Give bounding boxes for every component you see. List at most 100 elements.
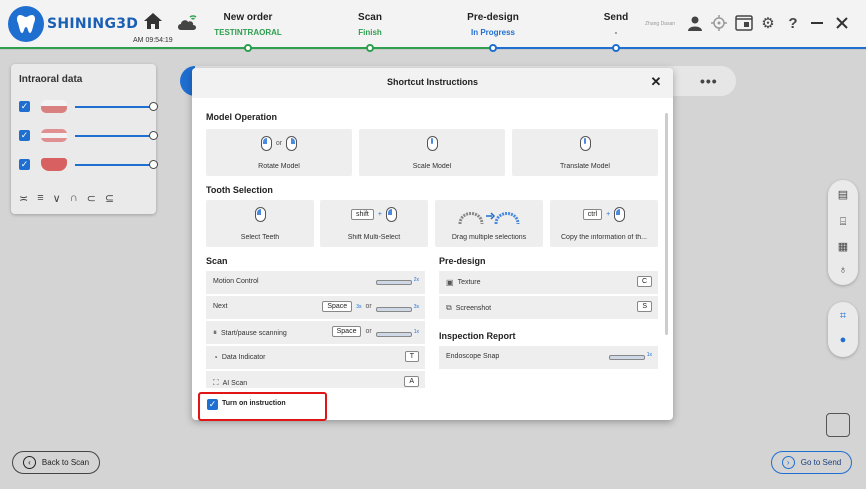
row-shortcut: 2x <box>375 276 419 285</box>
shortcut-instructions-dialog: Shortcut Instructions ✕ Model Operation … <box>192 68 673 420</box>
frame-icon[interactable] <box>826 413 850 437</box>
step-pre-design[interactable]: Pre-design In Progress <box>438 12 548 37</box>
opacity-slider-knob[interactable] <box>149 131 158 140</box>
target-icon[interactable] <box>710 14 728 32</box>
arrow-left-icon: ‹ <box>22 456 36 469</box>
row-ai-scan: ⛶ AI Scan A <box>206 371 425 388</box>
row-label: Endoscope Snap <box>446 353 500 360</box>
arch-view-icon[interactable]: ∩ <box>70 192 78 205</box>
or-text: or <box>275 140 283 147</box>
row-label: Data Indicator <box>221 354 266 361</box>
card-translate-model: Translate Model <box>512 129 658 176</box>
row-shortcut: T <box>404 351 419 362</box>
screenshot-icon: ⧉ <box>446 303 452 312</box>
go-to-send-button[interactable]: › Go to Send <box>771 451 852 474</box>
tooth-logo-icon <box>8 6 44 42</box>
section-inspection-report: Inspection Report <box>439 331 516 341</box>
opacity-slider-track[interactable] <box>75 106 153 108</box>
mouse-right-icon <box>286 136 298 151</box>
panel-title: Intraoral data <box>19 74 83 85</box>
help-icon[interactable]: ? <box>784 14 802 32</box>
row-start-pause: ⏸ Start/pause scanning Space or 1x <box>206 321 425 344</box>
card-icons <box>359 136 505 151</box>
card-copy-info: ctrl + Copy the information of th... <box>550 200 658 247</box>
home-icon[interactable] <box>143 11 163 31</box>
side-view-icon[interactable]: ⊂ <box>87 192 96 205</box>
back-to-scan-button[interactable]: ‹ Back to Scan <box>12 451 100 474</box>
row-label-wrap: ⏸ Start/pause scanning <box>213 328 287 338</box>
row-label-wrap: ◔ Data Indicator <box>213 353 265 362</box>
clock-time: AM 09:54:19 <box>133 37 173 44</box>
card-shift-multi-select: shift + Shift Multi-Select <box>320 200 428 247</box>
card-icons <box>512 136 658 151</box>
opacity-slider-track[interactable] <box>75 135 153 137</box>
bite-jaw-icon <box>41 129 67 142</box>
back-label: Back to Scan <box>41 458 90 467</box>
a-key: A <box>404 376 419 387</box>
step-dot-new-order <box>244 44 252 52</box>
opacity-slider-knob[interactable] <box>149 102 158 111</box>
layer-row-bite: ✓ <box>19 129 158 143</box>
close-icon[interactable] <box>833 14 851 32</box>
bite-view-icon[interactable]: ≡ <box>37 192 43 205</box>
row-label-wrap: ▣ Texture <box>446 278 481 287</box>
user-icon[interactable] <box>686 14 704 32</box>
more-icon[interactable]: ••• <box>700 73 718 89</box>
row-label: Next <box>213 303 228 310</box>
lower-view-icon[interactable]: ∨ <box>53 192 61 205</box>
layer-row-upper: ✓ <box>19 100 158 114</box>
row-texture: ▣ Texture C <box>439 271 658 294</box>
dialog-scrollbar[interactable] <box>665 113 668 335</box>
shift-key: shift <box>351 209 374 220</box>
screenshot-window-icon[interactable] <box>735 14 753 32</box>
row-shortcut: 1x <box>608 351 652 360</box>
plus-icon: + <box>377 211 382 218</box>
row-next: Next Space 3s or 3s <box>206 296 425 319</box>
badge: 1x <box>646 352 652 358</box>
mouse-left-icon <box>254 207 266 222</box>
mouse-wheel-icon <box>426 136 438 151</box>
layer-checkbox[interactable]: ✓ <box>19 130 30 141</box>
grid-icon[interactable]: ▦ <box>836 240 850 254</box>
card-icons: ctrl + <box>550 207 658 222</box>
row-screenshot: ⧉ Screenshot S <box>439 296 658 319</box>
gear-icon[interactable]: ⚙ <box>759 14 777 32</box>
step-dot-pre-design <box>489 44 497 52</box>
layer-row-lower: ✓ <box>19 158 158 172</box>
layer-checkbox[interactable]: ✓ <box>19 101 30 112</box>
texture-icon: ▣ <box>446 278 454 287</box>
opacity-slider-track[interactable] <box>75 164 153 166</box>
dialog-title: Shortcut Instructions <box>386 77 478 87</box>
card-label: Translate Model <box>560 163 610 170</box>
drop-icon[interactable]: ● <box>836 334 850 348</box>
flat-view-icon[interactable]: ⊆ <box>105 192 114 205</box>
upper-view-icon[interactable]: ≍ <box>19 192 28 205</box>
section-tooth-selection: Tooth Selection <box>206 185 273 195</box>
step-scan[interactable]: Scan Finish <box>315 12 425 37</box>
mouse-left-icon <box>385 207 397 222</box>
step-new-order[interactable]: New order TESTINTRAORAL <box>193 12 303 37</box>
card-drag-multiple: Drag multiple selections <box>435 200 543 247</box>
ctrl-key: ctrl <box>582 209 603 220</box>
row-label-wrap: ⧉ Screenshot <box>446 303 491 313</box>
or-text: or <box>365 328 372 335</box>
document-icon[interactable]: ▤ <box>836 188 850 202</box>
row-label: Screenshot <box>455 304 492 312</box>
row-label: Texture <box>457 279 481 286</box>
upper-jaw-icon <box>41 100 67 113</box>
step-dot-scan <box>366 44 374 52</box>
s-key: S <box>637 301 652 312</box>
row-shortcut: A <box>404 376 419 387</box>
minimize-icon[interactable] <box>808 14 826 32</box>
dialog-close-icon[interactable]: ✕ <box>648 74 664 90</box>
scanner-icon[interactable]: ⌸ <box>836 216 850 230</box>
opacity-slider-knob[interactable] <box>149 160 158 169</box>
crop-icon[interactable]: ⌗ <box>836 310 850 324</box>
row-label: Motion Control <box>213 278 259 285</box>
layer-checkbox[interactable]: ✓ <box>19 159 30 170</box>
row-data-indicator: ◔ Data Indicator T <box>206 346 425 369</box>
tooth-icon[interactable]: ♁ <box>836 264 850 278</box>
intraoral-data-panel: Intraoral data ✓ ✓ ✓ ≍ ≡ ∨ ∩ ⊂ ⊆ <box>11 64 158 214</box>
gauge-icon: ◔ <box>213 353 218 362</box>
user-name: Zhang Dasan <box>645 21 676 27</box>
